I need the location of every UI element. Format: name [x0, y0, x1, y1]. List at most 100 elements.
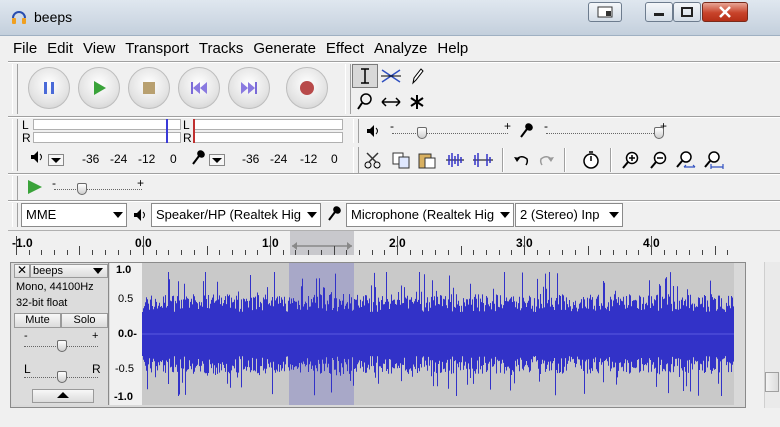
record-icon — [300, 81, 314, 95]
trim-audio-button[interactable] — [442, 148, 468, 172]
toolbar-grip[interactable] — [12, 203, 18, 227]
skip-to-end-button[interactable] — [228, 67, 270, 109]
playback-speed-slider[interactable] — [54, 189, 142, 190]
chevron-down-icon — [93, 268, 103, 274]
playback-meter-speaker-icon[interactable] — [30, 150, 46, 167]
toolbar-grip[interactable] — [353, 147, 359, 173]
ruler-tick — [511, 250, 512, 255]
playback-speed-thumb[interactable] — [77, 183, 87, 195]
stop-button[interactable] — [128, 67, 170, 109]
ruler-tick — [232, 250, 233, 255]
recording-channels-select[interactable]: 2 (Stereo) Inp — [515, 203, 623, 227]
audio-host-select[interactable]: MME — [21, 203, 127, 227]
toolbar-grip[interactable] — [12, 119, 18, 171]
track-format: Mono, 44100Hz — [16, 281, 94, 293]
undo-button[interactable] — [508, 148, 534, 172]
playback-volume-thumb[interactable] — [417, 127, 427, 139]
menu-analyze[interactable]: Analyze — [369, 38, 432, 60]
zoom-tool-button[interactable] — [352, 90, 378, 114]
ruler-tick — [41, 250, 42, 255]
ruler-tick — [79, 246, 80, 255]
menu-view[interactable]: View — [78, 38, 120, 60]
vruler-label-0: 0.0- — [118, 328, 137, 340]
maximize-button[interactable] — [673, 2, 701, 22]
close-icon — [719, 6, 731, 18]
track-gain-thumb[interactable] — [57, 340, 67, 352]
skip-to-start-button[interactable] — [178, 67, 220, 109]
playback-meter-dropdown[interactable] — [48, 154, 64, 169]
ruler-tick — [486, 250, 487, 255]
menu-tracks[interactable]: Tracks — [194, 38, 248, 60]
redo-button[interactable] — [534, 148, 560, 172]
zoom-out-button[interactable] — [646, 148, 672, 172]
record-button[interactable] — [286, 67, 328, 109]
playback-device-select[interactable]: Speaker/HP (Realtek Hig — [151, 203, 321, 227]
asterisk-icon — [410, 95, 424, 109]
menu-transport[interactable]: Transport — [120, 38, 194, 60]
silence-audio-button[interactable] — [470, 148, 496, 172]
record-meter-marker — [193, 119, 195, 143]
copy-button[interactable] — [388, 148, 414, 172]
rec-volume-minus: - — [544, 119, 548, 133]
record-meter-left — [193, 119, 343, 130]
toolbar-grip[interactable] — [353, 119, 359, 143]
sync-lock-button[interactable] — [578, 148, 604, 172]
recording-device-select[interactable]: Microphone (Realtek Hig — [346, 203, 514, 227]
menu-generate[interactable]: Generate — [248, 38, 321, 60]
cut-button[interactable] — [360, 148, 386, 172]
ruler-tick — [207, 246, 208, 255]
draw-tool-button[interactable] — [404, 64, 430, 88]
ruler-tick — [651, 236, 652, 255]
ruler-tick — [194, 250, 195, 255]
menu-edit[interactable]: Edit — [42, 38, 78, 60]
track-collapse-button[interactable] — [32, 389, 94, 403]
track-close-button[interactable]: ✕ — [14, 264, 30, 278]
play-at-speed-icon — [28, 180, 42, 194]
zoom-in-button[interactable] — [618, 148, 644, 172]
play-button[interactable] — [78, 67, 120, 109]
audio-host-value: MME — [26, 207, 57, 222]
record-meter-dropdown[interactable] — [209, 154, 225, 169]
ruler-tick — [575, 250, 576, 255]
toolbar-grip[interactable] — [345, 64, 351, 114]
playback-volume-slider[interactable] — [392, 133, 508, 134]
ruler-tick — [219, 250, 220, 255]
recording-volume-slider[interactable] — [546, 133, 664, 134]
minimize-button[interactable] — [645, 2, 673, 22]
recording-volume-thumb[interactable] — [654, 127, 664, 139]
selection-tool-button[interactable] — [352, 64, 378, 88]
record-meter-mic-icon[interactable] — [190, 149, 206, 170]
ruler-tick — [54, 250, 55, 255]
toolbar-grip[interactable] — [12, 176, 18, 200]
pause-button[interactable] — [28, 67, 70, 109]
menu-effect[interactable]: Effect — [321, 38, 369, 60]
window-title: beeps — [34, 9, 73, 25]
ruler-tick — [156, 250, 157, 255]
track-menu-button[interactable]: beeps — [30, 264, 108, 278]
recording-channels-value: 2 (Stereo) Inp — [520, 207, 600, 222]
paste-button[interactable] — [414, 148, 440, 172]
track-pan-thumb[interactable] — [57, 371, 67, 383]
mute-button[interactable]: Mute — [14, 313, 61, 328]
mini-mode-button[interactable] — [588, 2, 622, 22]
toolbar-grip[interactable] — [12, 64, 18, 114]
menu-file[interactable]: File — [8, 38, 42, 60]
fit-project-button[interactable] — [700, 148, 726, 172]
separator — [8, 200, 780, 202]
solo-button[interactable]: Solo — [61, 313, 108, 328]
envelope-tool-button[interactable] — [378, 64, 404, 88]
gain-plus: + — [92, 330, 99, 342]
multi-tool-button[interactable] — [404, 90, 430, 114]
scrollbar-thumb[interactable] — [765, 372, 779, 392]
close-button[interactable] — [702, 2, 748, 22]
ruler-tick — [92, 250, 93, 255]
audacity-app-icon — [12, 11, 26, 24]
play-at-speed-button[interactable] — [26, 178, 44, 199]
speed-plus: + — [137, 176, 145, 190]
menu-help[interactable]: Help — [432, 38, 473, 60]
solo-label: Solo — [73, 314, 96, 326]
fit-selection-button[interactable] — [672, 148, 698, 172]
time-shift-tool-button[interactable] — [378, 90, 404, 114]
rec-meter-l-label: L — [183, 118, 190, 132]
waveform — [142, 272, 734, 396]
